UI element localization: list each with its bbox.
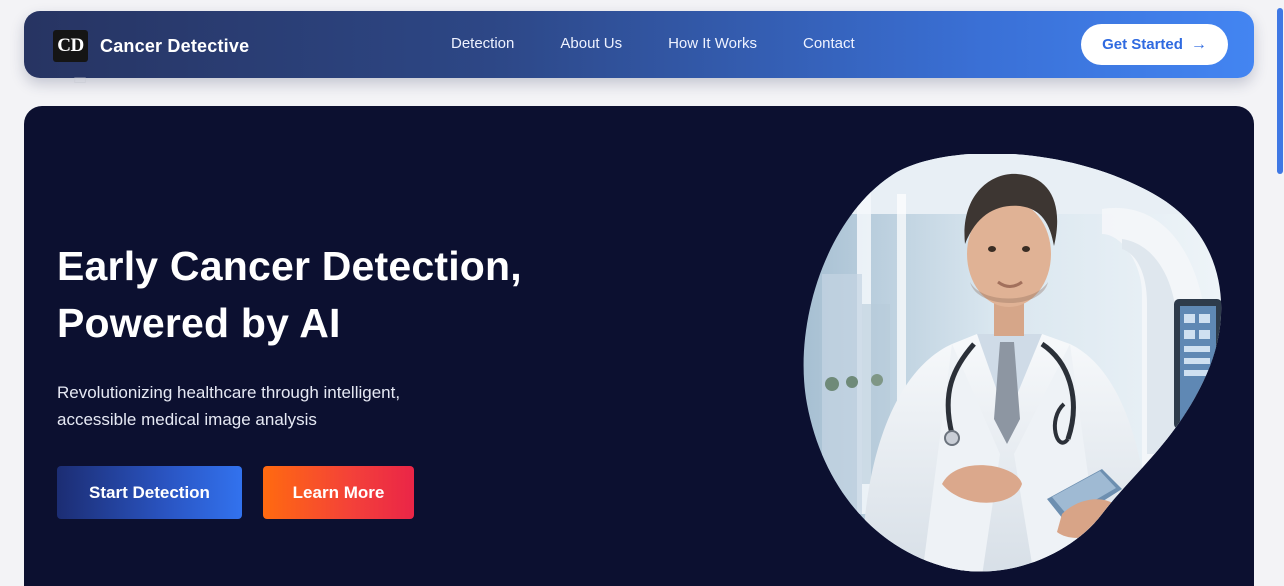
nav-links: Detection About Us How It Works Contact [451, 35, 901, 52]
hero-section: Early Cancer Detection, Powered by AI Re… [24, 106, 1254, 586]
brand-name[interactable]: Cancer Detective [100, 36, 249, 57]
scrollbar-thumb[interactable] [1277, 8, 1283, 174]
top-navbar: CD Cancer Detective Detection About Us H… [24, 11, 1254, 78]
nav-link-how-it-works[interactable]: How It Works [668, 35, 757, 52]
hero-subtext: Revolutionizing healthcare through intel… [57, 379, 517, 433]
hero-headline-line2: Powered by AI [57, 300, 341, 346]
nav-link-contact[interactable]: Contact [803, 35, 855, 52]
brand[interactable]: CD Cancer Detective [53, 30, 249, 62]
arrow-right-icon: → [1190, 35, 1207, 53]
faint-decorative-icon: ▭ [72, 71, 88, 88]
doctor-hero-image [803, 154, 1222, 572]
logo[interactable]: CD [53, 30, 88, 62]
scrollbar-track[interactable] [1276, 0, 1284, 586]
hero-headline: Early Cancer Detection, Powered by AI [57, 238, 522, 352]
hero-subtext-line1: Revolutionizing healthcare through intel… [57, 383, 401, 402]
hero-subtext-line2: accessible medical image analysis [57, 410, 317, 429]
learn-more-button[interactable]: Learn More [263, 466, 414, 519]
hero-headline-line1: Early Cancer Detection, [57, 243, 522, 289]
nav-link-about-us[interactable]: About Us [560, 35, 622, 52]
nav-link-detection[interactable]: Detection [451, 35, 514, 52]
get-started-label: Get Started [1102, 36, 1183, 53]
get-started-button[interactable]: Get Started → [1081, 24, 1228, 65]
start-detection-button[interactable]: Start Detection [57, 466, 242, 519]
